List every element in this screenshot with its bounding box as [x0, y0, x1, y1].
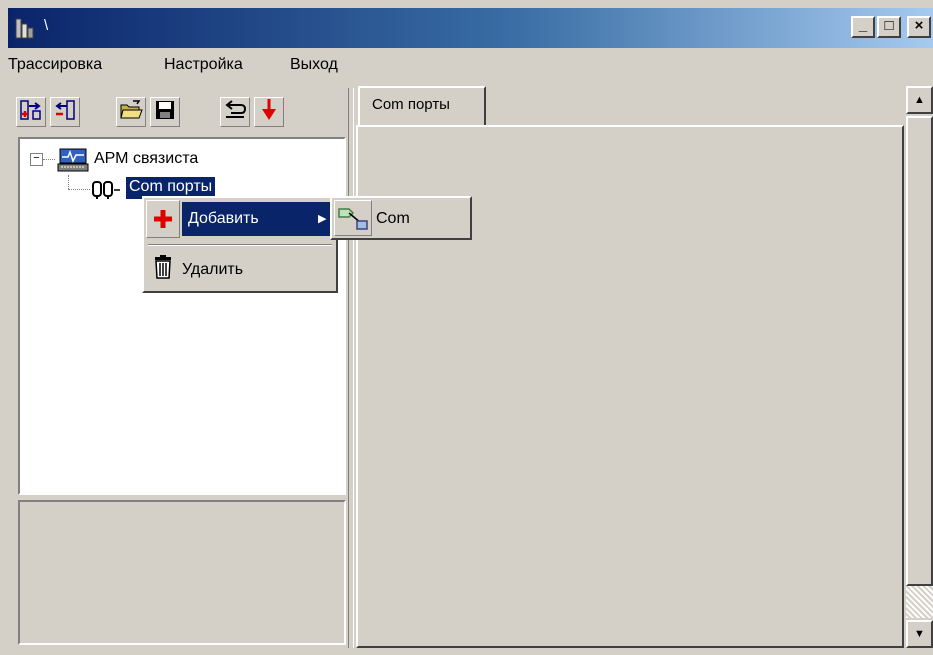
submenu: Com: [330, 196, 472, 240]
tree-connector: [68, 175, 69, 189]
save-icon: [154, 99, 176, 125]
com-port-icon: [90, 178, 122, 204]
menu-item-delete[interactable]: Удалить: [182, 261, 243, 279]
tab-com-ports[interactable]: Com порты: [358, 86, 486, 126]
scroll-thumb[interactable]: [906, 116, 933, 586]
menu-item-add-label: Добавить: [188, 210, 259, 227]
remove-connection-icon: [53, 98, 77, 126]
menu-item-add[interactable]: Добавить ▶: [146, 200, 332, 238]
window-title: \: [44, 17, 49, 34]
scroll-up-icon: ▲: [914, 94, 925, 106]
close-button[interactable]: ×: [907, 16, 931, 38]
com-connector-icon: [334, 200, 372, 236]
details-panel: [18, 500, 346, 645]
scroll-down-button[interactable]: ▼: [906, 620, 933, 648]
download-arrow-icon: [259, 98, 279, 126]
download-button[interactable]: [254, 97, 284, 127]
title-bar: \ _ □ ×: [8, 8, 933, 48]
tree-collapse-toggle[interactable]: −: [30, 153, 43, 166]
tree-root-label[interactable]: АРМ связиста: [94, 150, 198, 168]
minimize-button[interactable]: _: [851, 16, 875, 38]
scroll-down-icon: ▼: [914, 628, 925, 640]
scroll-track-dither: [906, 586, 933, 618]
submenu-item-com[interactable]: Com: [376, 210, 410, 228]
vertical-scrollbar[interactable]: ▲ ▼: [904, 86, 933, 648]
menu-settings[interactable]: Настройка: [164, 56, 243, 74]
tree-connector: [68, 189, 90, 190]
add-icon: [146, 200, 180, 238]
maximize-button[interactable]: □: [877, 16, 901, 38]
save-button[interactable]: [150, 97, 180, 127]
undo-icon: [223, 99, 247, 125]
undo-button[interactable]: [220, 97, 250, 127]
submenu-arrow-icon: ▶: [318, 213, 327, 225]
add-connection-button[interactable]: [16, 97, 46, 127]
menu-separator: [148, 244, 332, 246]
trash-icon: [152, 254, 174, 284]
context-menu: Добавить ▶ Удалить: [142, 196, 338, 293]
menu-bar: Трассировка Настройка Выход: [8, 50, 933, 80]
menu-exit[interactable]: Выход: [290, 56, 338, 74]
scroll-up-button[interactable]: ▲: [906, 86, 933, 114]
open-folder-icon: [119, 99, 143, 125]
tree-connector: [43, 159, 55, 160]
scroll-track[interactable]: [906, 116, 933, 618]
menu-trace[interactable]: Трассировка: [8, 56, 102, 74]
remove-connection-button[interactable]: [50, 97, 80, 127]
open-button[interactable]: [116, 97, 146, 127]
panel-splitter[interactable]: [348, 88, 354, 648]
workstation-icon: [56, 147, 90, 177]
add-connection-icon: [19, 98, 43, 126]
tree-view[interactable]: − АРМ связиста Com порты: [18, 137, 346, 495]
app-icon: [14, 16, 40, 40]
